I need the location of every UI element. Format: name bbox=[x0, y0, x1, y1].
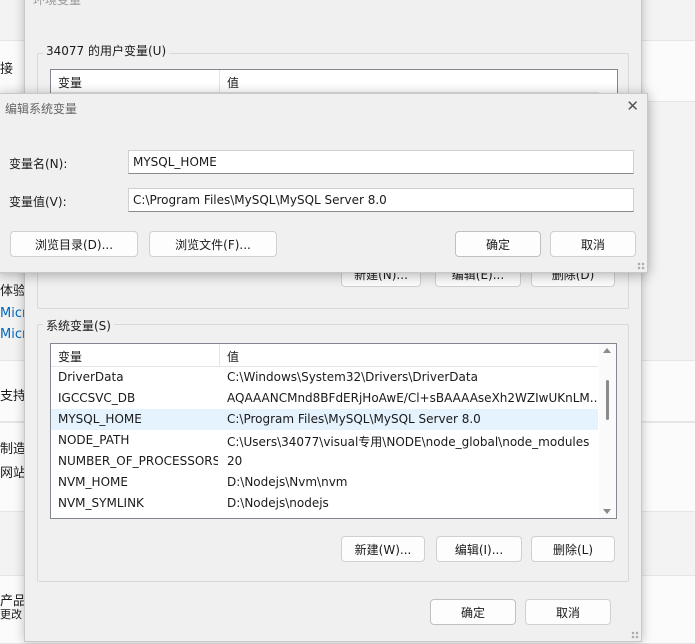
variable-value-cell: D:\Nodejs\nodejs bbox=[227, 496, 329, 510]
table-row[interactable]: NVM_HOME D:\Nodejs\Nvm\nvm bbox=[51, 472, 598, 493]
bg-fragment: 网站 bbox=[0, 466, 24, 481]
system-variables-label: 系统变量(S) bbox=[43, 317, 114, 334]
bg-link-fragment[interactable]: Micr bbox=[0, 327, 24, 342]
system-edit-button[interactable]: 编辑(I)... bbox=[436, 536, 522, 562]
cancel-button[interactable]: 取消 bbox=[550, 231, 636, 257]
variable-name-label: 变量名(N): bbox=[9, 157, 68, 171]
variable-name-cell: NVM_SYMLINK bbox=[58, 496, 144, 510]
table-row[interactable]: IGCCSVC_DB AQAAANCMnd8BFdERjHoAwE/Cl+sBAA… bbox=[51, 388, 598, 409]
variable-value-input[interactable]: C:\Program Files\MySQL\MySQL Server 8.0 bbox=[128, 188, 634, 212]
list-header: 变量 值 bbox=[51, 344, 598, 367]
cancel-button[interactable]: 取消 bbox=[525, 599, 611, 625]
variable-value-cell: D:\Nodejs\Nvm\nvm bbox=[227, 475, 348, 489]
variable-value-label: 变量值(V): bbox=[9, 195, 67, 209]
close-icon[interactable]: ✕ bbox=[619, 0, 631, 3]
variable-name-input[interactable]: MYSQL_HOME bbox=[128, 150, 634, 174]
variable-value-cell: C:\Users\34077\visual专用\NODE\node_global… bbox=[227, 435, 590, 449]
scroll-thumb[interactable] bbox=[606, 380, 609, 420]
table-row[interactable]: MYSQL_HOME C:\Program Files\MySQL\MySQL S… bbox=[51, 409, 598, 430]
table-row[interactable]: NUMBER_OF_PROCESSORS 20 bbox=[51, 451, 598, 472]
resize-grip-icon[interactable] bbox=[637, 262, 645, 270]
bg-fragment: 体验 bbox=[0, 284, 24, 299]
variable-name-cell: NODE_PATH bbox=[58, 433, 130, 447]
variable-name-cell: NVM_HOME bbox=[58, 475, 128, 489]
variable-value-cell: AQAAANCMnd8BFdERjHoAwE/Cl+sBAAAAseXh2WZI… bbox=[227, 391, 597, 405]
browse-file-button[interactable]: 浏览文件(F)... bbox=[149, 231, 277, 257]
variable-name-cell: MYSQL_HOME bbox=[58, 412, 142, 426]
col-header-value[interactable]: 值 bbox=[227, 74, 239, 91]
scroll-down-icon[interactable] bbox=[603, 509, 611, 514]
resize-grip-icon[interactable] bbox=[631, 631, 639, 639]
bg-link-fragment[interactable]: Micr bbox=[0, 306, 24, 321]
system-new-button[interactable]: 新建(W)... bbox=[341, 536, 425, 562]
ok-button[interactable]: 确定 bbox=[455, 231, 541, 257]
edit-system-variable-dialog: 编辑系统变量 ✕ 变量名(N): MYSQL_HOME 变量值(V): C:\P… bbox=[0, 93, 648, 273]
col-header-name[interactable]: 变量 bbox=[58, 74, 82, 91]
close-icon[interactable]: ✕ bbox=[626, 97, 639, 115]
variable-value-cell: C:\Windows\System32\Drivers\DriverData bbox=[227, 370, 478, 384]
bg-fragment: 制造 bbox=[0, 442, 24, 457]
variable-name-cell: IGCCSVC_DB bbox=[58, 391, 136, 405]
bg-fragment: 更改 bbox=[0, 608, 22, 621]
variable-value-cell: 20 bbox=[227, 454, 243, 468]
user-variables-label: 34077 的用户变量(U) bbox=[43, 42, 170, 59]
system-delete-button[interactable]: 删除(L) bbox=[531, 536, 615, 562]
table-row[interactable]: DriverData C:\Windows\System32\Drivers\Dr… bbox=[51, 367, 598, 388]
col-header-name[interactable]: 变量 bbox=[58, 348, 82, 365]
dialog-title: 编辑系统变量 bbox=[5, 102, 78, 116]
bg-fragment: 支持 bbox=[0, 389, 24, 404]
variable-name-cell: DriverData bbox=[58, 370, 124, 384]
bg-fragment: 接 bbox=[0, 62, 14, 77]
scroll-up-icon[interactable] bbox=[603, 348, 611, 353]
ok-button[interactable]: 确定 bbox=[430, 599, 516, 625]
vertical-scrollbar[interactable] bbox=[599, 344, 616, 518]
table-row[interactable]: NVM_SYMLINK D:\Nodejs\nodejs bbox=[51, 493, 598, 514]
window-title: 环境变量 bbox=[33, 0, 82, 7]
table-row[interactable]: NODE_PATH C:\Users\34077\visual专用\NODE\no… bbox=[51, 430, 598, 451]
system-variables-list[interactable]: 变量 值 DriverData C:\Windows\System32\Drive… bbox=[50, 343, 617, 519]
variable-name-cell: NUMBER_OF_PROCESSORS bbox=[58, 454, 218, 468]
variable-value-cell: C:\Program Files\MySQL\MySQL Server 8.0 bbox=[227, 412, 481, 426]
list-header: 变量 值 bbox=[51, 70, 599, 93]
col-header-value[interactable]: 值 bbox=[227, 348, 239, 365]
browse-directory-button[interactable]: 浏览目录(D)... bbox=[10, 231, 138, 257]
